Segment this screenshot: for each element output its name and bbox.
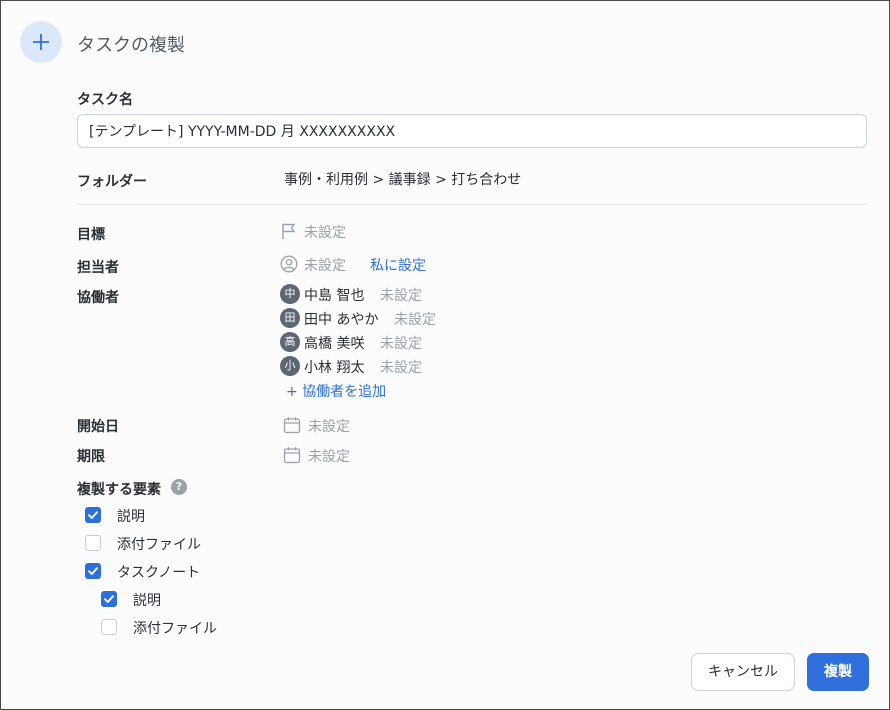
collaborator-name: 田中 あやか [304,312,379,328]
plus-icon [20,21,62,63]
checkbox-label: 添付ファイル [117,537,201,553]
checkbox-attachments[interactable] [85,535,101,551]
avatar: 田 [280,308,300,328]
person-circle-icon [280,255,298,277]
checkbox-description[interactable] [85,507,101,523]
dialog-title: タスクの複製 [77,35,185,56]
help-icon[interactable]: ? [171,479,187,495]
checkbox-label: 説明 [133,593,161,609]
task-name-input[interactable] [77,114,867,148]
copy-button[interactable]: 複製 [807,653,869,691]
collaborator-name: 中島 智也 [304,288,365,304]
copy-task-dialog: タスクの複製 タスク名 フォルダー 事例・利用例 > 議事録 > 打ち合わせ 目… [0,0,890,710]
checkbox-note-attachments[interactable] [101,619,117,635]
folder-label: フォルダー [77,174,147,190]
collaborators-label: 協働者 [77,290,119,306]
goal-value[interactable]: 未設定 [304,222,346,242]
calendar-icon [283,446,301,468]
divider [77,204,867,205]
checkbox-label: 説明 [117,509,145,525]
due-date-label: 期限 [77,449,105,465]
start-date-label: 開始日 [77,419,119,435]
avatar: 中 [280,284,300,304]
goal-label: 目標 [77,227,105,243]
due-date-value[interactable]: 未設定 [308,446,350,466]
collaborator-status[interactable]: 未設定 [380,285,422,305]
checkbox-label: タスクノート [117,565,201,581]
checkbox-task-note[interactable] [85,563,101,579]
assign-me-link[interactable]: 私に設定 [370,255,426,275]
cancel-button[interactable]: キャンセル [691,653,795,691]
start-date-value[interactable]: 未設定 [308,416,350,436]
checkbox-label: 添付ファイル [133,621,217,637]
folder-path[interactable]: 事例・利用例 > 議事録 > 打ち合わせ [284,169,521,189]
collaborator-name: 小林 翔太 [304,360,365,376]
assignee-label: 担当者 [77,260,119,276]
collaborator-status[interactable]: 未設定 [380,357,422,377]
flag-icon [280,222,298,244]
collaborator-status[interactable]: 未設定 [394,309,436,329]
assignee-value[interactable]: 未設定 [304,255,346,275]
calendar-icon [283,416,301,438]
avatar: 小 [280,356,300,376]
add-collaborator-link[interactable]: + 協働者を追加 [286,381,386,401]
copy-elements-label: 複製する要素 [77,482,161,498]
task-name-label: タスク名 [77,92,133,108]
avatar: 高 [280,332,300,352]
collaborator-status[interactable]: 未設定 [380,333,422,353]
collaborator-name: 高橋 美咲 [304,336,365,352]
checkbox-note-description[interactable] [101,591,117,607]
